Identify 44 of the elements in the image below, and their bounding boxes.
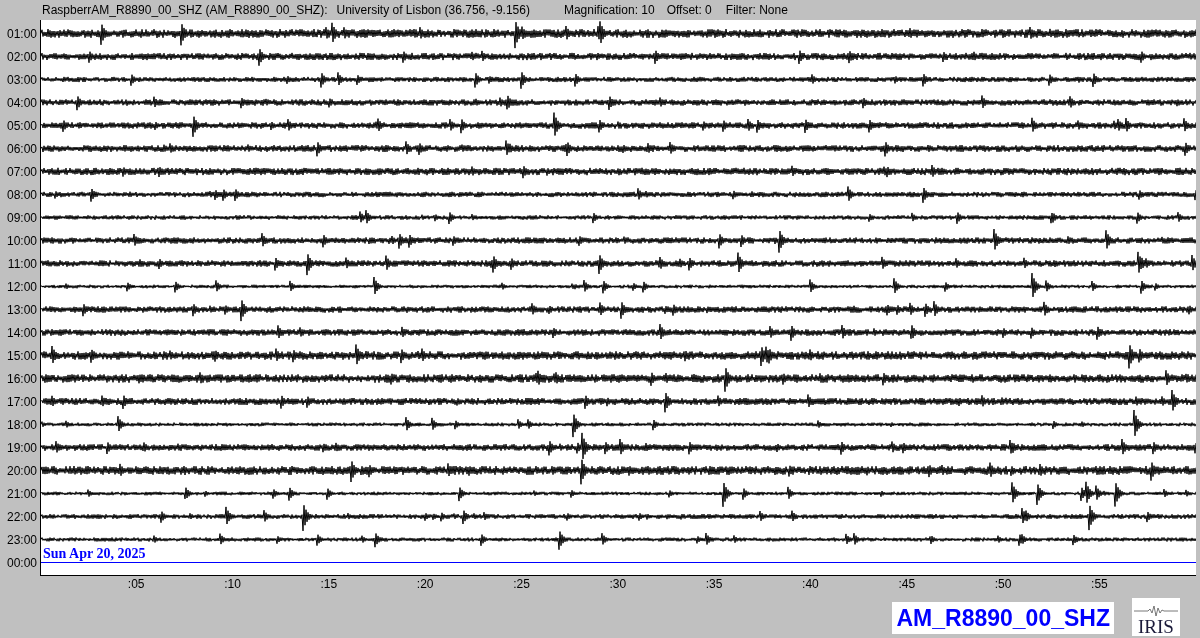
hour-label: 06:00 [6,142,37,155]
hour-label: 20:00 [6,464,37,477]
hour-label: 14:00 [6,326,37,339]
hour-label: 15:00 [6,349,37,362]
hour-label: 08:00 [6,188,37,201]
minute-label: :10 [224,578,241,590]
offset-label: Offset: 0 [666,2,712,19]
hour-label: 13:00 [6,303,37,316]
hour-label: 19:00 [6,441,37,454]
station-badge: AM_R8890_00_SHZ [892,602,1114,634]
filter-label: Filter: None [725,2,788,19]
minute-label: :30 [609,578,627,590]
hour-label: 16:00 [6,372,37,385]
minute-label: :20 [416,578,434,590]
hour-label: 07:00 [6,165,37,178]
hour-label: 18:00 [6,418,37,431]
station-title: RaspberrAM_R8890_00_SHZ (AM_R8890_00_SHZ): [42,2,328,19]
hour-label: 09:00 [6,211,37,224]
magnification-label: Magnification: 10 [563,2,655,19]
hour-label: 01:00 [6,27,37,40]
hour-label: 05:00 [6,119,37,132]
hour-label: 22:00 [6,510,37,523]
minute-label: :55 [1091,578,1108,590]
hour-label: 02:00 [6,50,37,63]
seismic-wave-icon [1134,605,1178,617]
hour-label: 23:00 [6,533,37,546]
date-label: Sun Apr 20, 2025 [43,547,146,561]
hour-label: 10:00 [6,234,37,247]
minute-label: :25 [513,578,530,590]
hour-label: 03:00 [6,73,37,86]
hour-label: 04:00 [6,96,37,109]
hour-label: 17:00 [6,395,37,408]
minute-label: :50 [994,578,1012,590]
hour-label: 12:00 [6,280,37,293]
hour-label: 11:00 [7,257,37,270]
minute-label: :45 [898,578,916,590]
minute-label: :40 [802,578,819,590]
minute-label: :15 [320,578,338,590]
minute-label: :05 [127,578,145,590]
hour-label: 00:00 [6,556,37,569]
station-location: University of Lisbon (36.756, -9.156) [336,2,530,19]
logo-text: IRIS [1138,617,1174,636]
minute-label: :35 [705,578,723,590]
hour-label: 21:00 [6,487,37,500]
